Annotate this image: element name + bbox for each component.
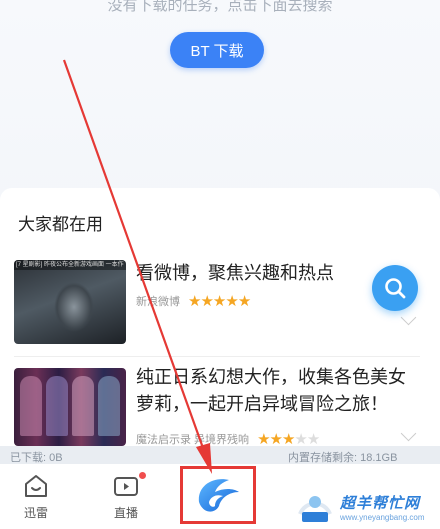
live-badge-dot — [139, 472, 146, 479]
star-filled-icon: ★ — [237, 293, 251, 310]
list-item-game[interactable]: 纯正日系幻想大作，收集各色美女萝莉，一起开启异域冒险之旅！ 魔法启示录 异境界残… — [14, 367, 420, 448]
watermark-text: 超羊帮忙网 — [340, 495, 421, 512]
rating-stars: ★★★★★ — [188, 292, 251, 310]
list-item-weibo[interactable]: [7 星剧影] 昨夜公布全新游戏画面 一本作 看微博，聚焦兴趣和热点 新浪微博 … — [14, 260, 420, 344]
item-source: 新浪微博 — [136, 296, 180, 308]
item-source: 魔法启示录 异境界残响 — [136, 434, 250, 446]
star-filled-icon: ★ — [212, 293, 226, 310]
app-thumbnail — [14, 368, 126, 446]
tab-xunlei[interactable]: 迅雷 — [6, 472, 66, 521]
tab-label: 直播 — [113, 506, 138, 520]
watermark-url: www.yneyangbang.com — [340, 513, 425, 522]
chevron-down-icon[interactable] — [400, 425, 417, 442]
downloaded-size: 已下载: 0B — [10, 452, 63, 464]
item-title: 纯正日系幻想大作，收集各色美女萝莉，一起开启异域冒险之旅！ — [136, 367, 406, 414]
storage-bar: 已下载: 0B 内置存储剩余: 18.1GB — [0, 446, 440, 464]
watermark: 超羊帮忙网 www.yneyangbang.com — [292, 484, 440, 529]
search-fab-button[interactable] — [372, 265, 418, 311]
star-filled-icon: ★ — [225, 293, 238, 310]
divider — [14, 356, 420, 357]
app-thumbnail: [7 星剧影] 昨夜公布全新游戏画面 一本作 — [14, 260, 126, 344]
item-meta: 新浪微博 ★★★★★ — [136, 292, 251, 310]
thumbnail-caption: [7 星剧影] 昨夜公布全新游戏画面 一本作 — [14, 260, 126, 270]
star-filled-icon: ★ — [188, 293, 201, 310]
star-filled-icon: ★ — [200, 293, 213, 310]
tab-label: 迅雷 — [23, 506, 48, 520]
search-icon — [385, 278, 406, 299]
section-title: 大家都在用 — [18, 215, 103, 234]
empty-task-hint: 没有下载的任务，点击下面去搜索 — [107, 0, 333, 14]
bottom-tab-bar: 迅雷 直播 超羊帮忙网 www.yneyangbang.com — [0, 464, 440, 529]
video-camera-icon — [114, 477, 138, 496]
tab-live[interactable]: 直播 — [96, 472, 156, 521]
bt-download-button[interactable]: BT 下载 — [170, 32, 264, 68]
home-face-icon — [25, 475, 47, 497]
internal-storage-free: 内置存储剩余: 18.1GB — [288, 452, 398, 464]
watermark-logo-icon — [298, 496, 332, 522]
chevron-down-icon[interactable] — [400, 309, 417, 326]
xunlei-bird-logo-icon — [198, 479, 239, 512]
recommend-card: 大家都在用 [7 星剧影] 昨夜公布全新游戏画面 一本作 看微博，聚焦兴趣和热点… — [0, 188, 440, 448]
xunlei-logo-tab[interactable] — [180, 466, 256, 524]
